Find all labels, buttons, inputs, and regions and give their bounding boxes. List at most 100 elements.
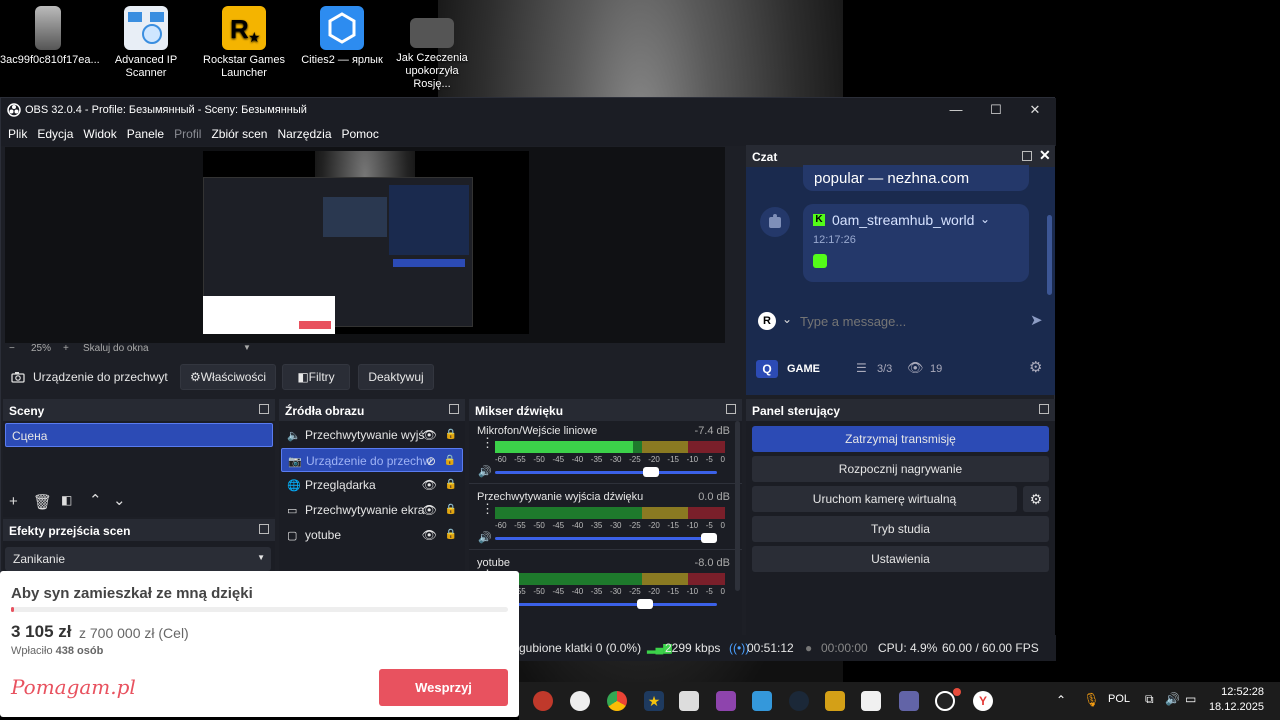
dock-float-icon[interactable]: [1022, 151, 1032, 161]
more-options-icon[interactable]: ⋮: [481, 436, 494, 449]
maximize-button[interactable]: ☐: [976, 98, 1016, 122]
zoom-out-button[interactable]: −: [9, 343, 15, 354]
menu-view[interactable]: Widok: [83, 122, 116, 141]
gallery-icon[interactable]: [825, 691, 845, 711]
fader-knob[interactable]: [637, 599, 654, 609]
yandex-browser-icon[interactable]: Y: [973, 691, 993, 711]
chevron-down-icon[interactable]: ▼: [243, 343, 251, 352]
volume-icon[interactable]: 🔊: [1165, 692, 1180, 706]
volume-fader[interactable]: [495, 533, 717, 543]
battery-icon[interactable]: ▭: [1185, 692, 1196, 706]
clock-date[interactable]: 18.12.2025: [1208, 701, 1264, 713]
menu-profile[interactable]: Profil: [174, 122, 201, 141]
package-icon[interactable]: [679, 691, 699, 711]
menu-edit[interactable]: Edycja: [37, 122, 73, 141]
obs-taskbar-icon[interactable]: [935, 691, 955, 711]
minimize-button[interactable]: —: [936, 98, 976, 122]
clock-time[interactable]: 12:52:28: [1212, 686, 1264, 698]
chevron-up-icon[interactable]: ⌃: [1056, 693, 1066, 707]
deactivate-button[interactable]: Deaktywuj: [358, 364, 434, 390]
star-app-icon[interactable]: ★: [644, 691, 664, 711]
source-item[interactable]: 🔈 Przechwytywanie wyjś 👁 🔒: [281, 423, 463, 447]
desktop-icon-rockstar[interactable]: R ★ Rockstar Games Launcher: [196, 4, 292, 80]
eye-icon[interactable]: 👁: [422, 473, 437, 497]
fader-knob[interactable]: [701, 533, 717, 543]
menu-scene-collection[interactable]: Zbiór scen: [211, 122, 267, 141]
language-indicator[interactable]: POL: [1108, 693, 1130, 705]
scene-filters-icon[interactable]: ◧: [61, 493, 72, 507]
zoom-in-button[interactable]: +: [63, 343, 69, 354]
add-scene-button[interactable]: +: [9, 493, 18, 510]
properties-button[interactable]: ⚙Właściwości: [180, 364, 276, 390]
menu-file[interactable]: Plik: [8, 122, 27, 141]
microphone-icon[interactable]: 🎙: [1083, 692, 1100, 708]
desktop-icon-video[interactable]: Jak Czeczenia upokorzyła Rosję...: [392, 4, 472, 91]
gear-icon[interactable]: ⚙: [1023, 486, 1049, 512]
network-icon[interactable]: ⧉: [1145, 692, 1154, 707]
lock-icon[interactable]: 🔒: [445, 498, 457, 522]
settings-button[interactable]: Ustawienia: [752, 546, 1049, 572]
scale-mode-select[interactable]: Skaluj do okna: [83, 343, 149, 354]
dock-float-icon[interactable]: [259, 524, 269, 534]
eye-icon[interactable]: 👁: [422, 523, 437, 547]
app-icon[interactable]: [716, 691, 736, 711]
trash-icon[interactable]: 🗑: [33, 493, 52, 511]
filters-button[interactable]: ◧Filtry: [282, 364, 350, 390]
lock-icon[interactable]: 🔒: [445, 473, 457, 497]
close-button[interactable]: ✕: [1015, 98, 1055, 122]
menu-help[interactable]: Pomoc: [342, 122, 379, 141]
fader-knob[interactable]: [643, 467, 660, 477]
close-icon[interactable]: ✕: [1039, 147, 1051, 164]
eye-off-icon[interactable]: ⊘: [426, 449, 436, 471]
desktop-icon-image[interactable]: 3ac99f0c810f17ea...: [0, 4, 100, 67]
chat-message-input[interactable]: [800, 310, 1020, 332]
lock-icon[interactable]: 🔒: [445, 423, 457, 447]
chrome-icon[interactable]: [607, 691, 627, 711]
source-item[interactable]: 📷 Urządzenie do przechw ⊘ 🔒: [281, 448, 463, 472]
speaker-icon[interactable]: 🔊: [478, 465, 492, 478]
app-r-icon[interactable]: [533, 691, 553, 711]
eye-icon[interactable]: 👁: [422, 498, 437, 522]
more-options-icon[interactable]: ⋮: [481, 502, 494, 515]
chat-scrollbar[interactable]: [1047, 215, 1052, 295]
eye-icon[interactable]: 👁: [422, 423, 437, 447]
send-icon[interactable]: ➤: [1030, 311, 1043, 329]
menu-docks[interactable]: Panele: [127, 122, 164, 141]
move-up-icon[interactable]: ⌃: [89, 491, 102, 509]
source-item[interactable]: ▢ yotube 👁 🔒: [281, 523, 463, 547]
media-player-icon[interactable]: [861, 691, 881, 711]
scene-item[interactable]: Сцена: [5, 423, 273, 447]
studio-mode-button[interactable]: Tryb studia: [752, 516, 1049, 542]
mixer-scrollbar[interactable]: [735, 421, 740, 591]
transition-select[interactable]: Zanikanie ▼: [5, 547, 271, 571]
lock-icon[interactable]: 🔒: [445, 523, 457, 547]
support-button[interactable]: Wesprzyj: [379, 669, 508, 706]
gear-icon[interactable]: ⚙: [1029, 358, 1042, 376]
speaker-icon[interactable]: 🔊: [478, 531, 492, 544]
steam-icon[interactable]: [789, 691, 809, 711]
account-r-icon[interactable]: R: [758, 312, 776, 330]
chat-username[interactable]: 0am_streamhub_world: [832, 212, 974, 228]
move-down-icon[interactable]: ⌄: [113, 491, 126, 509]
source-item[interactable]: ▭ Przechwytywanie ekra 👁 🔒: [281, 498, 463, 522]
start-recording-button[interactable]: Rozpocznij nagrywanie: [752, 456, 1049, 482]
preview-canvas[interactable]: [5, 147, 725, 343]
chevron-down-icon[interactable]: ⌄: [782, 312, 792, 326]
lock-icon[interactable]: 🔒: [444, 449, 456, 471]
compass-icon[interactable]: [570, 691, 590, 711]
menu-tools[interactable]: Narzędzia: [277, 122, 331, 141]
teams-icon[interactable]: [899, 691, 919, 711]
dock-float-icon[interactable]: [726, 404, 736, 414]
dock-float-icon[interactable]: [259, 404, 269, 414]
desktop-icon-ip-scanner[interactable]: Advanced IP Scanner: [98, 4, 194, 80]
dock-float-icon[interactable]: [449, 404, 459, 414]
dock-float-icon[interactable]: [1039, 404, 1049, 414]
stop-stream-button[interactable]: Zatrzymaj transmisję: [752, 426, 1049, 452]
virtual-camera-button[interactable]: Uruchom kamerę wirtualną: [752, 486, 1017, 512]
volume-fader[interactable]: [495, 599, 717, 609]
photos-icon[interactable]: [752, 691, 772, 711]
chevron-down-icon[interactable]: ⌄: [980, 212, 990, 226]
volume-fader[interactable]: [495, 467, 717, 477]
desktop-icon-cities[interactable]: Cities2 — ярлык: [294, 4, 390, 67]
source-item[interactable]: 🌐 Przeglądarka 👁 🔒: [281, 473, 463, 497]
